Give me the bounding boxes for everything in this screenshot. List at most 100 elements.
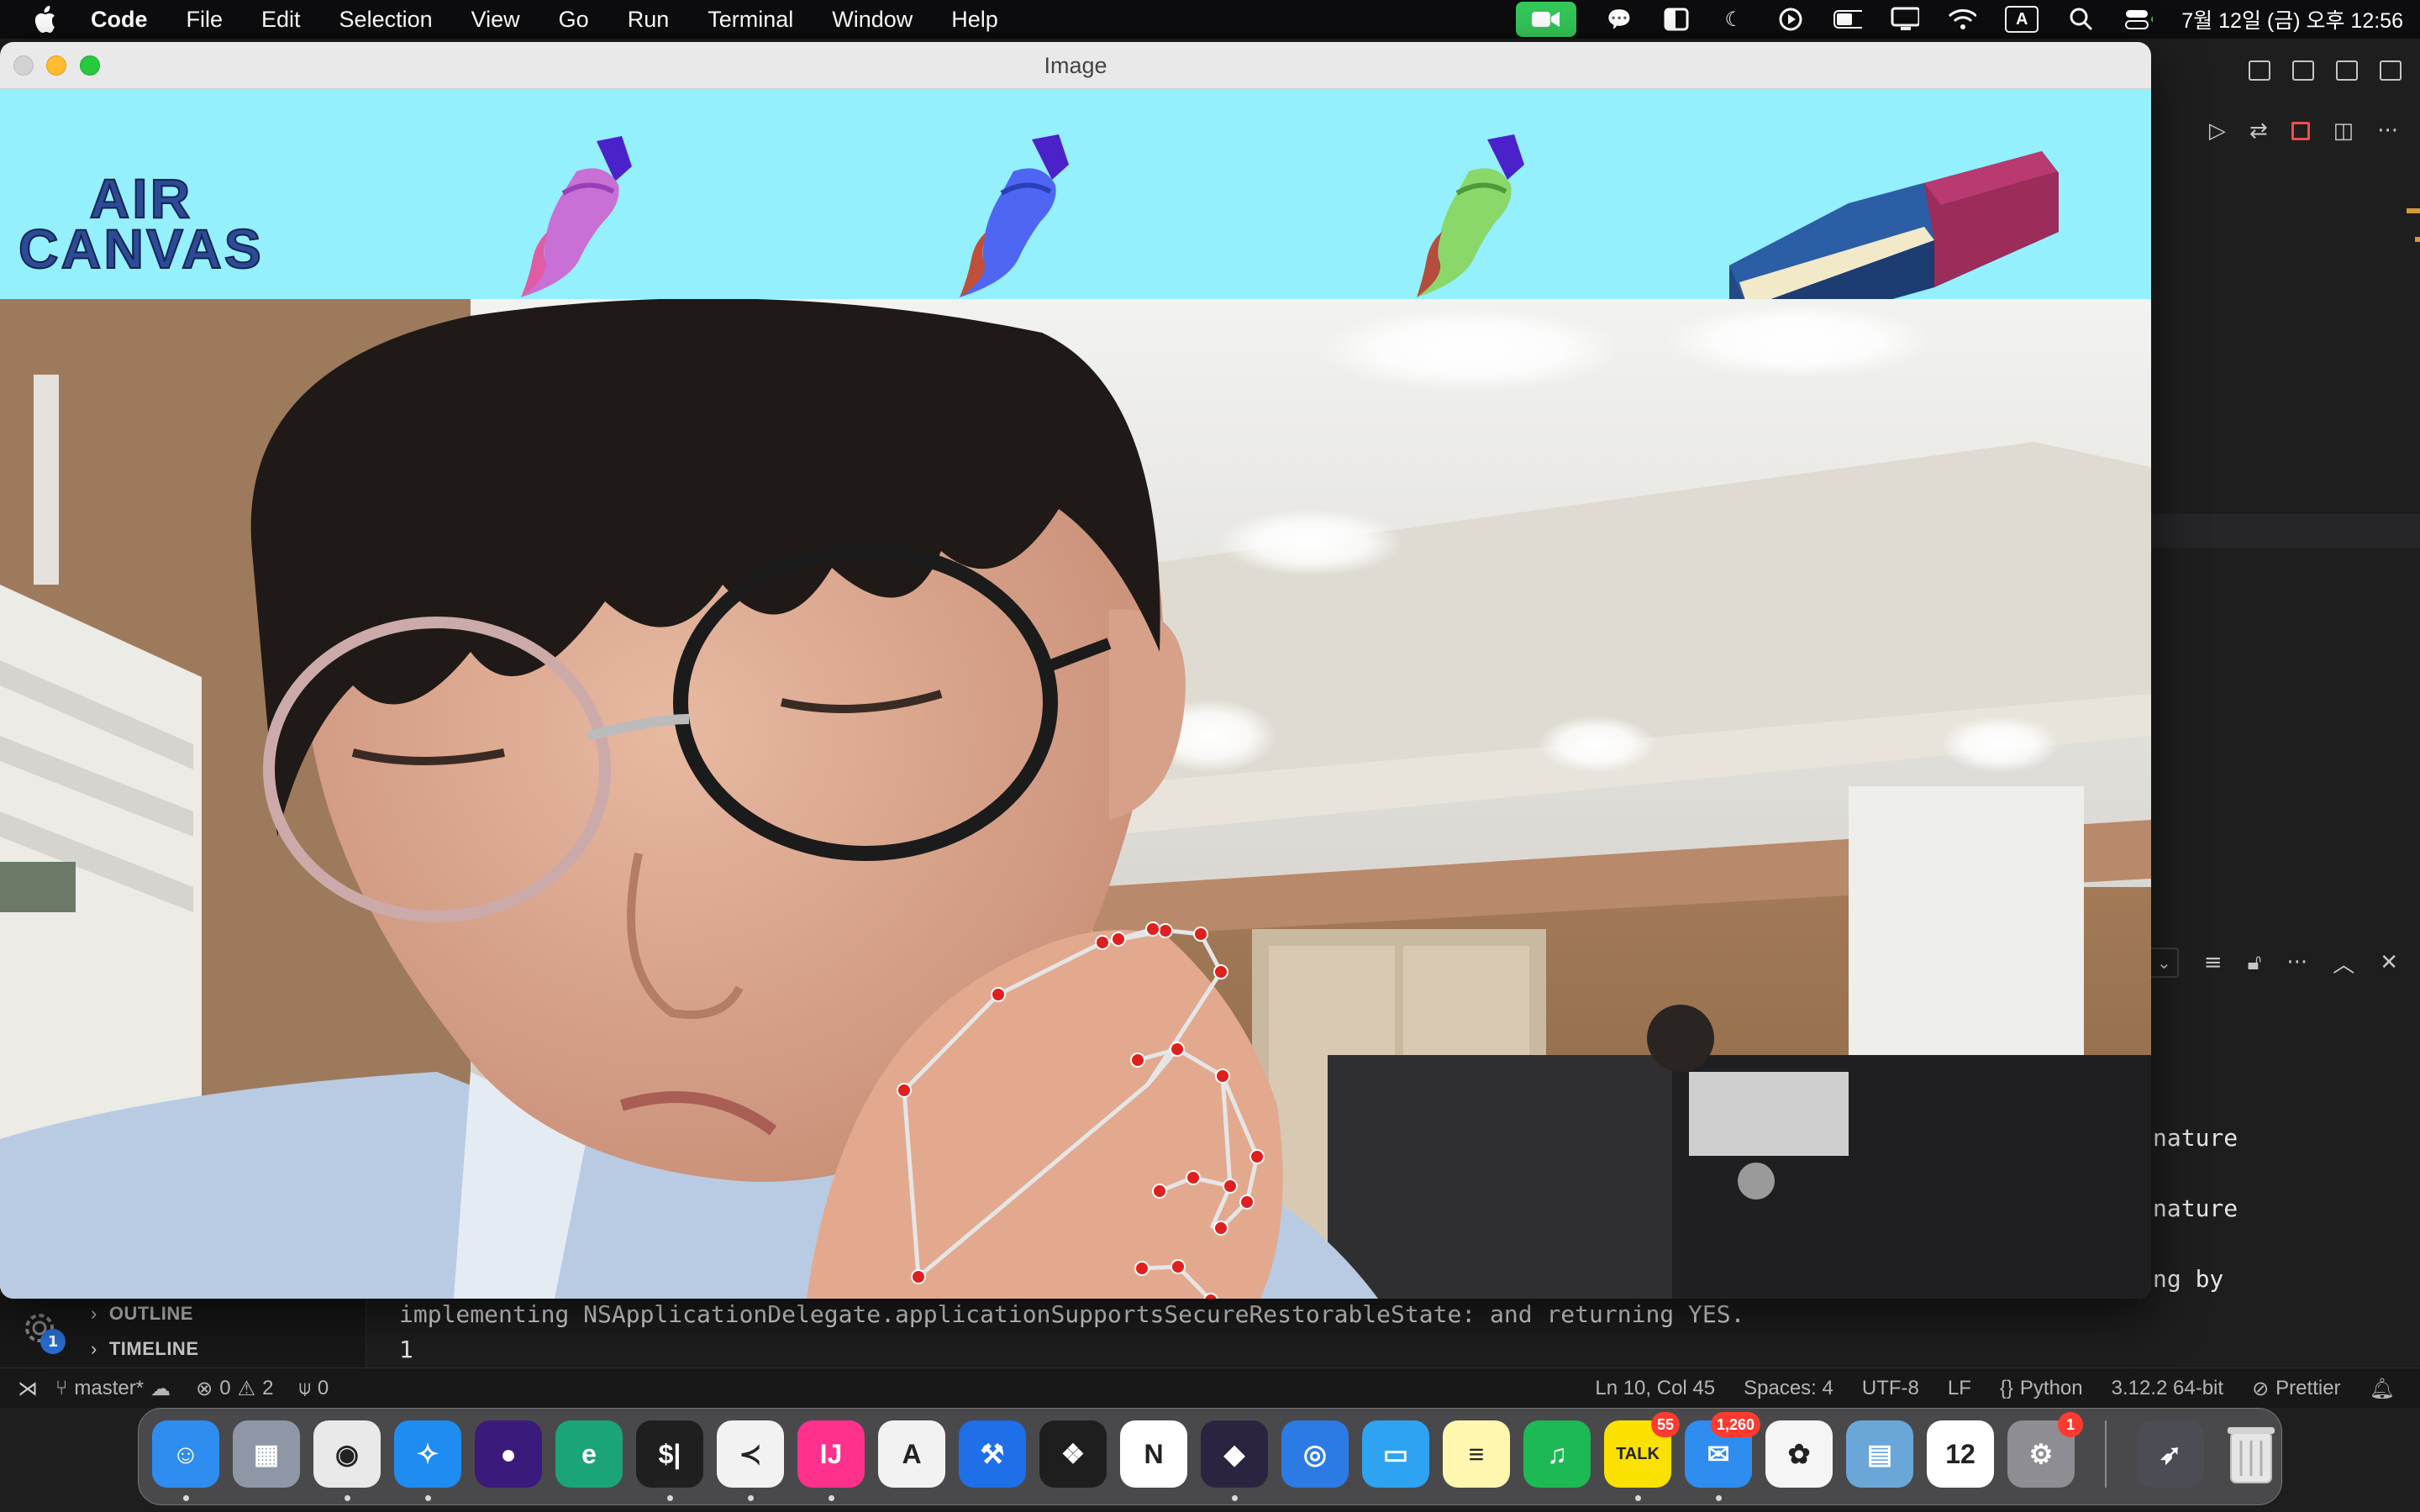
stop-icon[interactable] [2291,122,2310,140]
branch-name: master* [74,1377,145,1399]
dock-finder-icon[interactable]: ☺ [152,1420,219,1501]
dock-notes-icon[interactable]: ≡ [1443,1420,1510,1488]
python-interpreter[interactable]: 3.12.2 64-bit [2112,1377,2223,1400]
timeline-section[interactable]: › TIMELINE [91,1332,199,1366]
dock-notion-icon[interactable]: N [1120,1420,1187,1488]
toggle-panel-icon[interactable] [2292,60,2314,81]
dock-glyph: ▦ [253,1439,280,1469]
video-camera-icon[interactable] [1516,2,1577,37]
dock-terminal-icon[interactable]: $| [636,1420,703,1501]
dock-preview-icon[interactable]: ▤ [1846,1420,1913,1488]
indentation[interactable]: Spaces: 4 [1744,1377,1833,1400]
menu-go[interactable]: Go [559,7,589,33]
input-source-indicator[interactable]: A [2005,6,2039,33]
window-titlebar: Image [0,42,2151,89]
apple-icon[interactable] [32,4,60,34]
green-brush-icon[interactable] [1417,133,1568,309]
sidebar-toggle-icon[interactable] [1662,7,1691,32]
dock-glyph: ✉ [1707,1439,1730,1469]
moon-icon[interactable]: ☾ [1719,7,1748,32]
dock-chrome-icon[interactable]: ◉ [313,1420,381,1501]
toggle-secondary-sidebar-icon[interactable] [2336,60,2358,81]
dock-glyph: ❖ [1060,1439,1086,1469]
menubar-clock[interactable]: 7월 12일 (금) 오후 12:56 [2181,4,2403,34]
dock-edge-icon[interactable]: e [555,1420,623,1488]
dock-obsidian-icon[interactable]: ◆ [1201,1420,1268,1501]
dock-instruments-icon[interactable]: A [878,1420,945,1488]
run-file-icon[interactable]: ▷ [2209,118,2226,144]
end-of-line[interactable]: LF [1948,1377,1971,1400]
dock-xcode-icon[interactable]: ⚒ [959,1420,1026,1488]
control-center-icon[interactable] [2124,7,2154,32]
compare-changes-icon[interactable]: ⇄ [2249,118,2268,144]
maximize-panel-icon[interactable]: ︿ [2333,948,2354,979]
cursor-position[interactable]: Ln 10, Col 45 [1595,1377,1715,1400]
dock-glyph: ⚙ [2028,1439,2054,1469]
dock-trash-icon[interactable] [2217,1420,2285,1488]
dock-figma-icon[interactable]: ❖ [1039,1420,1107,1488]
clear-terminal-icon[interactable]: ≡ [2204,950,2223,975]
terminal-output-line: 1 [399,1336,413,1363]
outline-section[interactable]: › OUTLINE [91,1297,193,1331]
dock-glyph: 12 [1945,1438,1975,1469]
notifications-bell-icon[interactable]: 🔔︎ [2370,1377,2395,1401]
menu-edit[interactable]: Edit [261,7,301,33]
prettier-label: Prettier [2275,1377,2341,1399]
blue-brush-icon[interactable] [950,133,1101,309]
dock-keynote-icon[interactable]: ▭ [1362,1420,1429,1488]
menu-selection[interactable]: Selection [339,7,433,33]
toggle-primary-sidebar-icon[interactable] [2249,60,2270,81]
file-encoding[interactable]: UTF-8 [1862,1377,1919,1400]
running-indicator [1716,1495,1722,1501]
customize-layout-icon[interactable] [2380,60,2402,81]
purple-brush-icon[interactable] [496,133,647,309]
dock-rocket-icon[interactable]: ➶ [2137,1420,2204,1488]
problems-status[interactable]: ⊗ 0 ⚠ 2 [196,1377,273,1401]
git-branch-status[interactable]: ⑂ master* ☁ [55,1377,171,1401]
dock-firefox-icon[interactable]: ● [475,1420,542,1488]
lock-icon[interactable]: 🔓︎ [2248,950,2262,976]
split-editor-icon[interactable]: ◫ [2333,118,2354,144]
prettier-status[interactable]: ⊘ Prettier [2252,1377,2340,1401]
menu-view[interactable]: View [471,7,520,33]
menu-terminal[interactable]: Terminal [708,7,793,33]
dock-kakaotalk-icon[interactable]: TALK 55 [1604,1412,1680,1501]
menu-help[interactable]: Help [951,7,998,33]
dock-mail-icon[interactable]: ✉ 1,260 [1685,1412,1760,1501]
dock-launchpad-icon[interactable]: ▦ [233,1420,300,1488]
antenna-icon: ⍦ [298,1377,311,1399]
panel-more-icon[interactable]: ··· [2286,950,2307,975]
dock-badge: 55 [1650,1412,1680,1437]
display-icon[interactable] [1891,7,1920,32]
menu-run[interactable]: Run [628,7,670,33]
chat-bubble-icon[interactable]: 💬 [1605,7,1634,32]
dock-photos-icon[interactable]: ✿ [1765,1420,1833,1488]
terminal-output-line: ng by [2153,1265,2224,1293]
wifi-icon[interactable] [1948,7,1977,32]
dock-quick-note-icon[interactable]: ◎ [1281,1420,1349,1488]
remote-indicator-icon[interactable]: ⋊ [0,1368,55,1409]
dock-glyph: ♫ [1547,1438,1567,1469]
ports-status[interactable]: ⍦ 0 [298,1377,329,1400]
dock-system-settings-icon[interactable]: ⚙ 1 [2007,1412,2083,1488]
prettier-disabled-icon: ⊘ [2252,1377,2270,1400]
menu-app-name[interactable]: Code [91,7,148,33]
search-icon[interactable] [2067,7,2096,32]
menu-window[interactable]: Window [832,7,913,33]
dock-glyph: ● [500,1438,517,1469]
dock-vs-code-icon[interactable]: ≺ [717,1420,784,1501]
play-circle-icon[interactable] [1776,7,1805,32]
battery-icon[interactable] [1833,7,1863,32]
terminal-dropdown-icon[interactable]: ⌄ [2149,948,2179,978]
dock-intellij-idea-icon[interactable]: IJ [797,1420,865,1501]
dock-calendar-icon[interactable]: 12 [1927,1420,1994,1488]
dock-spotify-icon[interactable]: ♫ [1523,1420,1591,1488]
logo-line-air: AIR [89,167,193,229]
language-mode[interactable]: {} Python [2000,1377,2083,1400]
outline-label: OUTLINE [108,1303,193,1324]
menu-file[interactable]: File [187,7,224,33]
dock-glyph: ▤ [1866,1439,1893,1469]
close-panel-icon[interactable]: ✕ [2380,950,2398,975]
dock-safari-icon[interactable]: ✧ [394,1420,461,1501]
more-actions-icon[interactable]: ··· [2377,118,2398,144]
